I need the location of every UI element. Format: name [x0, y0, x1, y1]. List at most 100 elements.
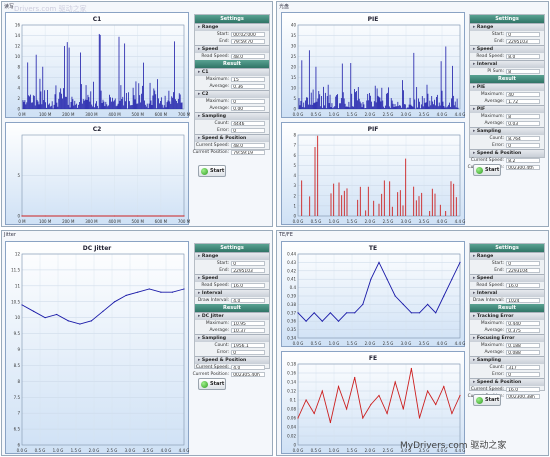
panel-row: Average: 0.00: [195, 105, 269, 112]
field-value[interactable]: 16.0: [231, 283, 266, 288]
field-value[interactable]: 16.0: [506, 387, 541, 392]
start-button[interactable]: Start: [198, 165, 226, 177]
panel-section-header[interactable]: Speed: [195, 274, 269, 282]
field-value[interactable]: 002300.4th: [506, 165, 541, 170]
field-value[interactable]: 8.0: [506, 54, 541, 59]
quadrant-tab-label[interactable]: TE/FE: [279, 232, 293, 238]
field-value[interactable]: 0: [506, 372, 541, 377]
panel-section-header[interactable]: Tracking Error: [470, 312, 544, 320]
field-value[interactable]: 0.00: [231, 106, 266, 111]
panel-section-header[interactable]: Range: [470, 23, 544, 31]
start-button[interactable]: Start: [473, 164, 501, 176]
settings-panel: SettingsRangeStart:0End:2295103SpeedRead…: [193, 243, 270, 377]
panel-section-header[interactable]: DC Jitter: [195, 312, 269, 320]
data-point: [427, 303, 429, 305]
field-value[interactable]: 0: [231, 261, 266, 266]
panel-section-header[interactable]: Speed & Position: [195, 134, 269, 142]
panel-section-header[interactable]: PIF: [470, 105, 544, 113]
panel-section-header[interactable]: Interval: [195, 289, 269, 297]
field-value[interactable]: 2295103: [231, 268, 266, 273]
data-point: [313, 412, 315, 415]
panel-row: End: 2295103: [470, 38, 544, 45]
field-value[interactable]: 0: [506, 143, 541, 148]
field-value[interactable]: 00:02:000: [231, 32, 266, 37]
field-value[interactable]: 1956.1: [231, 343, 266, 348]
field-label: Read Speed:: [201, 54, 230, 59]
field-value[interactable]: 8: [506, 69, 541, 74]
start-button[interactable]: Start: [198, 378, 226, 390]
field-value[interactable]: 0.375: [506, 328, 541, 333]
data-point: [386, 412, 388, 415]
field-value[interactable]: 0: [231, 128, 266, 133]
pie-chart-svg: 0 5 10 15 20 25 30 35 40 0.0 G 0.5 G 1.0 G 1.5 G 2.0 …: [291, 23, 466, 118]
panel-section-header[interactable]: Interval: [470, 60, 544, 68]
panel-section-header[interactable]: Speed: [470, 45, 544, 53]
x-tick-label: 0.0 G: [293, 112, 304, 117]
field-value[interactable]: 002300.38h: [506, 394, 541, 399]
x-tick-label: 4.4 G: [455, 112, 466, 117]
field-value[interactable]: 8,764: [506, 136, 541, 141]
data-point: [44, 317, 46, 319]
panel-section-header[interactable]: PIE: [470, 83, 544, 91]
x-tick-label: 2.0 G: [365, 341, 376, 346]
panel-section-header[interactable]: Speed & Position: [195, 356, 269, 364]
field-value[interactable]: 4.0: [231, 365, 266, 370]
field-value[interactable]: 002305.40h: [231, 372, 266, 377]
te-chart-svg: 0.34 0.35 0.36 0.37 0.38 0.39 0.4 0.41 0.42 0.43 0…: [287, 252, 465, 347]
panel-section-header[interactable]: Sampling: [470, 356, 544, 364]
x-tick-label: 200 M: [62, 112, 75, 117]
panel-section-header[interactable]: C2: [195, 90, 269, 98]
quadrant-tab-label[interactable]: Jitter: [4, 232, 16, 238]
panel-section-header[interactable]: Sampling: [470, 127, 544, 135]
panel-section-header[interactable]: Focusing Error: [470, 334, 544, 342]
panel-section-header[interactable]: Range: [195, 252, 269, 260]
field-value[interactable]: 15: [231, 77, 266, 82]
panel-section-header[interactable]: Range: [470, 252, 544, 260]
field-value[interactable]: 79:59:19: [231, 150, 266, 155]
field-value[interactable]: 0: [231, 99, 266, 104]
field-value[interactable]: 4.0: [231, 298, 266, 303]
field-value[interactable]: 48.0: [231, 143, 266, 148]
field-label: Maximum:: [205, 99, 230, 104]
x-tick-label: 1.5 G: [71, 448, 82, 453]
field-value[interactable]: 0.188: [506, 343, 541, 348]
field-value[interactable]: 2293104: [506, 268, 541, 273]
panel-section-header[interactable]: Speed & Position: [470, 149, 544, 157]
panel-section-header[interactable]: Sampling: [195, 334, 269, 342]
field-value[interactable]: 0: [506, 261, 541, 266]
quadrant-tab-label[interactable]: 读写: [4, 3, 14, 10]
field-value[interactable]: 8: [506, 114, 541, 119]
start-button[interactable]: Start: [473, 394, 501, 406]
jitter-quadrant: Jitter DC Jitter 6 6.5 7 7.5 8 8.5 9 9.5 10 10.5 1…: [1, 230, 273, 456]
panel-section-header[interactable]: Sampling: [195, 112, 269, 120]
field-value[interactable]: 317: [506, 365, 541, 370]
field-value[interactable]: 0.03: [506, 121, 541, 126]
panel-section-header[interactable]: Interval: [470, 289, 544, 297]
field-value[interactable]: 79:59:70: [231, 39, 266, 44]
data-point: [44, 215, 46, 217]
field-value[interactable]: 2295103: [506, 39, 541, 44]
quadrant-tab-label[interactable]: 光盘: [279, 3, 289, 10]
field-value[interactable]: 0.088: [506, 350, 541, 355]
field-value[interactable]: 0.36: [231, 84, 266, 89]
field-value[interactable]: 48.0: [231, 54, 266, 59]
panel-section-header[interactable]: Speed: [470, 274, 544, 282]
panel-section-header[interactable]: Speed: [195, 45, 269, 53]
panel-section-header[interactable]: Speed & Position: [470, 378, 544, 386]
data-point: [313, 312, 315, 314]
field-value[interactable]: 0: [506, 32, 541, 37]
panel-section-header[interactable]: C1: [195, 68, 269, 76]
field-value[interactable]: 10.95: [231, 321, 266, 326]
field-value[interactable]: 0: [231, 350, 266, 355]
field-value[interactable]: 0.440: [506, 321, 541, 326]
field-value[interactable]: 16.0: [506, 283, 541, 288]
field-value[interactable]: 40: [506, 92, 541, 97]
field-value[interactable]: 1.72: [506, 99, 541, 104]
y-tick-label: 12: [15, 44, 21, 49]
field-value[interactable]: 4446: [231, 121, 266, 126]
x-tick-label: 3.0 G: [401, 341, 412, 346]
field-value[interactable]: 8.2: [506, 158, 541, 163]
panel-section-header[interactable]: Range: [195, 23, 269, 31]
field-value[interactable]: 10.37: [231, 328, 266, 333]
field-value[interactable]: 1024: [506, 298, 541, 303]
